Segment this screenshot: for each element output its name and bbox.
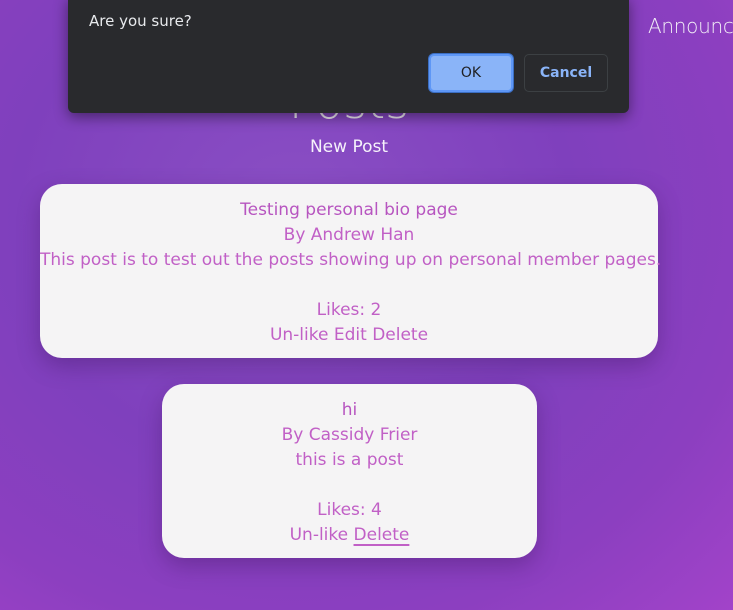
edit-link[interactable]: Edit bbox=[334, 325, 367, 345]
delete-link[interactable]: Delete bbox=[354, 525, 410, 545]
post-title[interactable]: hi bbox=[162, 398, 537, 423]
post-title[interactable]: Testing personal bio page bbox=[40, 198, 658, 223]
post-likes: Likes: 2 bbox=[316, 300, 382, 320]
post-author: By Andrew Han bbox=[283, 225, 415, 245]
nav-link-announcements[interactable]: Announce bbox=[648, 14, 733, 38]
ok-button[interactable]: OK bbox=[429, 54, 513, 92]
dialog-message: Are you sure? bbox=[89, 12, 192, 30]
post-card: Testing personal bio page By Andrew Han … bbox=[40, 184, 662, 358]
post-body: this is a post bbox=[295, 450, 404, 470]
confirm-dialog: Are you sure? OK Cancel bbox=[68, 0, 629, 113]
new-post-link[interactable]: New Post bbox=[0, 137, 698, 157]
post-author: By Cassidy Frier bbox=[281, 425, 418, 445]
unlike-link[interactable]: Un-like bbox=[270, 325, 329, 345]
delete-link[interactable]: Delete bbox=[372, 325, 428, 345]
post-body: This post is to test out the posts showi… bbox=[40, 250, 662, 270]
post-actions: Un-like Edit Delete bbox=[40, 323, 658, 348]
post-likes: Likes: 4 bbox=[317, 500, 382, 520]
post-card: hi By Cassidy Frier this is a post Likes… bbox=[162, 384, 537, 558]
cancel-button[interactable]: Cancel bbox=[524, 54, 608, 92]
unlike-link[interactable]: Un-like bbox=[290, 525, 349, 545]
post-actions: Un-like Delete bbox=[162, 523, 537, 548]
